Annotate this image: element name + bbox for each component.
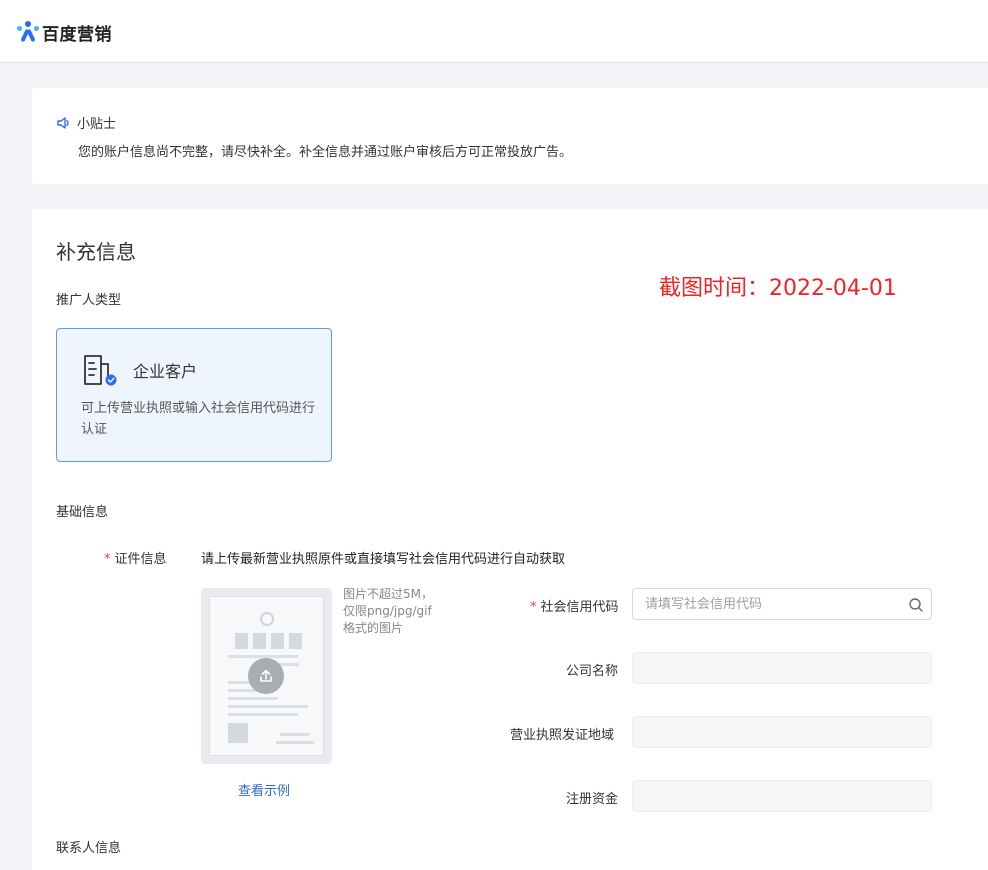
baidu-marketing-logo-icon: [16, 21, 40, 43]
tips-card: 小贴士 您的账户信息尚不完整，请尽快补全。补全信息并通过账户审核后方可正常投放广…: [32, 88, 988, 184]
cert-info-label: * 证件信息: [104, 552, 167, 567]
search-icon[interactable]: [908, 597, 924, 613]
tips-title-text: 小贴士: [77, 117, 117, 132]
basic-info-label: 基础信息: [56, 505, 109, 520]
registered-capital-label: 注册资金: [566, 792, 619, 807]
promoter-type-description: 可上传营业执照或输入社会信用代码进行认证: [81, 401, 316, 437]
registered-capital-input[interactable]: [632, 780, 932, 812]
company-name-input[interactable]: [632, 652, 932, 684]
supplement-info-card: 补充信息 截图时间：2022-04-01 推广人类型 企业客户 可上传营业执照或…: [32, 209, 988, 870]
license-region-input[interactable]: [632, 716, 932, 748]
cert-hint: 请上传最新营业执照原件或直接填写社会信用代码进行自动获取: [201, 552, 566, 567]
license-region-label: 营业执照发证地域: [510, 728, 615, 743]
upload-arrow-icon: [260, 669, 272, 682]
promoter-type-card-enterprise[interactable]: 企业客户 可上传营业执照或输入社会信用代码进行认证: [56, 328, 332, 462]
logo-text: 百度营销: [42, 24, 112, 45]
baidu-marketing-logo[interactable]: 百度营销: [16, 20, 112, 45]
enterprise-document-icon: [84, 355, 117, 386]
section-title: 补充信息: [56, 240, 136, 264]
license-upload-area[interactable]: [201, 588, 332, 764]
top-header: 百度营销: [0, 0, 988, 63]
screenshot-time-annotation: 截图时间：2022-04-01: [659, 276, 897, 301]
speaker-icon: [57, 116, 69, 129]
tips-message: 您的账户信息尚不完整，请尽快补全。补全信息并通过账户审核后方可正常投放广告。: [78, 145, 573, 160]
view-example-link[interactable]: 查看示例: [238, 780, 290, 799]
required-mark: *: [104, 552, 111, 567]
credit-code-label: * 社会信用代码: [530, 600, 619, 615]
promoter-type-name: 企业客户: [133, 362, 198, 381]
upload-note: 图片不超过5M，仅限png/jpg/gif格式的图片: [343, 587, 433, 635]
contact-info-label: 联系人信息: [56, 841, 122, 856]
company-name-label: 公司名称: [566, 664, 619, 679]
upload-button[interactable]: [248, 658, 284, 694]
credit-code-input[interactable]: [632, 588, 932, 620]
tips-title: 小贴士: [56, 113, 116, 132]
promoter-type-label: 推广人类型: [56, 293, 122, 308]
